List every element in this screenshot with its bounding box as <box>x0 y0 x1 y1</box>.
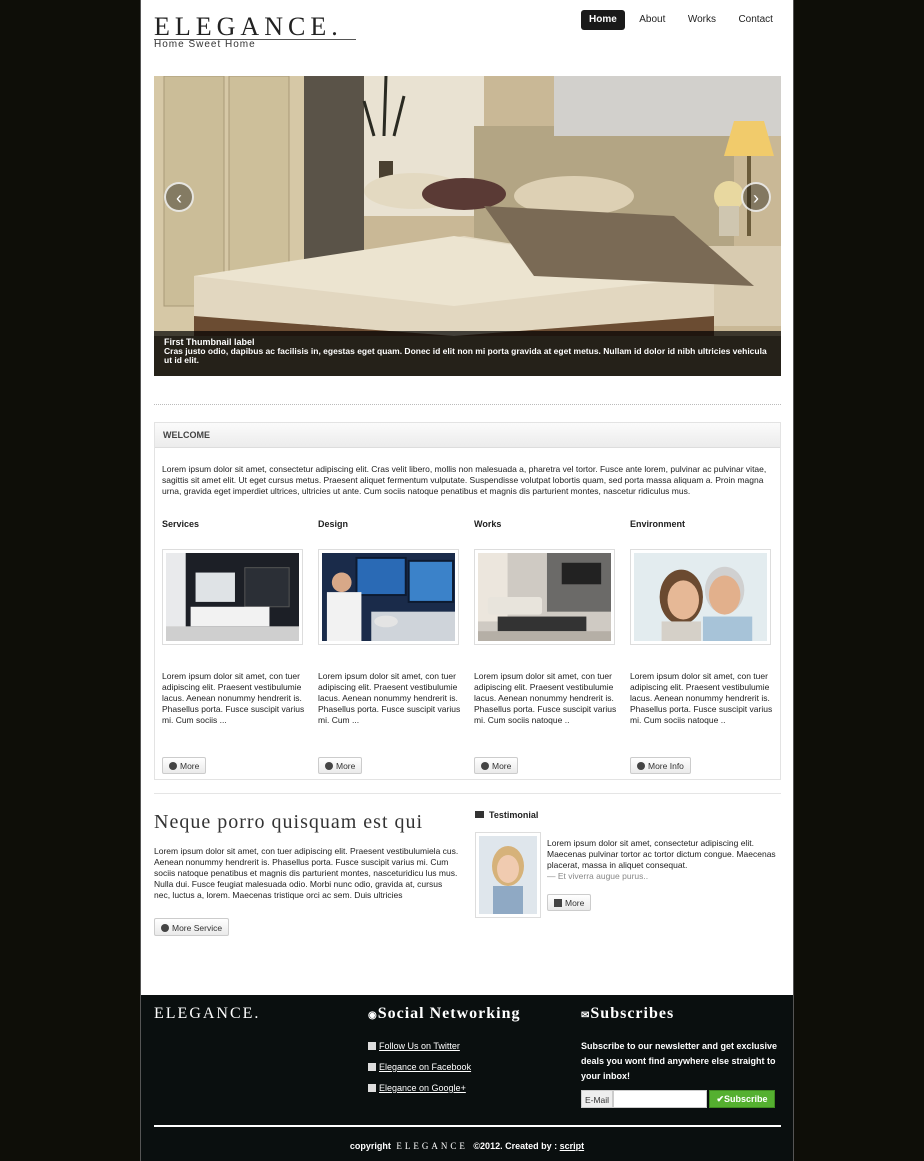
gear-icon <box>161 924 169 932</box>
site-logo[interactable]: ELEGANCE. <box>154 12 343 42</box>
footer-logo[interactable]: ELEGANCE. <box>154 1005 260 1023</box>
design-image <box>318 549 459 645</box>
button-label: More Service <box>172 923 223 933</box>
feature-column-works: Works Lorem ipsum dolor sit amet, con tu… <box>474 519 618 725</box>
column-title: Works <box>474 519 502 529</box>
bathroom-photo <box>166 553 299 641</box>
designer-photo <box>322 553 455 641</box>
column-text: Lorem ipsum dolor sit amet, con tuer adi… <box>162 671 305 725</box>
comment-icon <box>554 899 562 907</box>
services-image <box>162 549 303 645</box>
welcome-section: WELCOME Lorem ipsum dolor sit amet, cons… <box>154 422 781 780</box>
works-image <box>474 549 615 645</box>
testimonial-author: — Et viverra augue purus.. <box>547 871 649 881</box>
site-tagline: Home Sweet Home <box>154 39 256 50</box>
hero-carousel[interactable]: ‹ › First Thumbnail label Cras justo odi… <box>154 76 781 376</box>
subscribe-button[interactable]: ✔Subscribe <box>709 1090 775 1108</box>
check-icon: ✔ <box>716 1094 725 1104</box>
testimonial-quote: Lorem ipsum dolor sit amet, consectetur … <box>547 838 776 870</box>
nav-about[interactable]: About <box>631 10 673 30</box>
column-title: Design <box>318 519 349 529</box>
woman-photo <box>479 836 537 914</box>
couple-photo <box>634 553 767 641</box>
environment-image <box>630 549 771 645</box>
living-room-photo <box>478 553 611 641</box>
globe-icon: ◉ <box>368 1010 378 1021</box>
info-icon <box>481 762 489 770</box>
button-label: More Info <box>648 761 684 771</box>
google-plus-link[interactable]: Elegance on Google+ <box>368 1083 466 1093</box>
social-heading-label: Social Networking <box>377 1005 521 1022</box>
welcome-text: Lorem ipsum dolor sit amet, consectetur … <box>162 464 767 496</box>
link-label: Follow Us on Twitter <box>379 1041 460 1051</box>
testimonial-avatar <box>475 832 541 918</box>
nav-home[interactable]: Home <box>581 10 625 30</box>
section-divider <box>154 793 781 794</box>
subscribe-text: Subscribe to our newsletter and get excl… <box>581 1041 778 1081</box>
footer: ELEGANCE. ◉Social Networking Follow Us o… <box>141 995 793 1161</box>
info-icon <box>637 762 645 770</box>
subscribe-heading-label: Subscribes <box>590 1005 675 1022</box>
twitter-icon <box>368 1042 376 1050</box>
feature-column-design: Design Lorem ipsum dolor sit amet, con t… <box>318 519 462 725</box>
services-title: Neque porro quisquam est qui <box>154 811 424 833</box>
testimonial-more-button[interactable]: More <box>547 894 592 911</box>
button-label: More <box>492 761 512 771</box>
nav-works[interactable]: Works <box>680 10 724 30</box>
google-plus-icon <box>368 1084 376 1092</box>
subscribe-heading: ✉Subscribes <box>581 1005 674 1023</box>
chevron-right-icon[interactable]: › <box>741 182 771 212</box>
copyright-year: ©2012. Created by : <box>473 1141 558 1151</box>
copyright-prefix: copyright <box>349 1141 391 1151</box>
column-text: Lorem ipsum dolor sit amet, con tuer adi… <box>318 671 461 725</box>
link-label: Elegance on Facebook <box>379 1062 472 1072</box>
more-service-button[interactable]: More Service <box>154 918 230 936</box>
social-heading: ◉Social Networking <box>368 1005 521 1023</box>
feature-column-services: Services Lorem ipsum dolor sit amet, con… <box>162 519 306 725</box>
info-icon <box>169 762 177 770</box>
email-field[interactable] <box>613 1090 707 1108</box>
button-label: More <box>336 761 356 771</box>
testimonial-title: Testimonial <box>489 810 539 820</box>
copyright-author-link[interactable]: script <box>560 1141 585 1151</box>
services-more-button[interactable]: More <box>162 757 207 774</box>
facebook-icon <box>368 1063 376 1071</box>
nav-contact[interactable]: Contact <box>730 10 780 30</box>
email-label: E-Mail <box>581 1090 613 1108</box>
copyright-brand: ELEGANCE <box>396 1141 468 1151</box>
page-container: ELEGANCE. Home Sweet Home Home About Wor… <box>140 0 794 1161</box>
info-icon <box>325 762 333 770</box>
footer-divider <box>154 1125 781 1127</box>
button-label: More <box>565 898 585 908</box>
column-text: Lorem ipsum dolor sit amet, con tuer adi… <box>630 671 773 725</box>
twitter-link[interactable]: Follow Us on Twitter <box>368 1041 460 1051</box>
link-label: Elegance on Google+ <box>379 1083 466 1093</box>
facebook-link[interactable]: Elegance on Facebook <box>368 1062 471 1072</box>
environment-more-info-button[interactable]: More Info <box>630 757 691 774</box>
carousel-caption: First Thumbnail label Cras justo odio, d… <box>154 331 781 376</box>
services-text: Lorem ipsum dolor sit amet, con tuer adi… <box>154 846 459 900</box>
copyright: copyright ELEGANCE ©2012. Created by : s… <box>141 1141 793 1151</box>
envelope-icon: ✉ <box>581 1010 591 1021</box>
feature-column-environment: Environment Lorem ipsum dolor sit amet, … <box>630 519 774 725</box>
chevron-left-icon[interactable]: ‹ <box>164 182 194 212</box>
caption-text: Cras justo odio, dapibus ac facilisis in… <box>164 346 767 365</box>
section-divider <box>154 404 781 405</box>
works-more-button[interactable]: More <box>474 757 519 774</box>
button-label: More <box>180 761 200 771</box>
main-nav: Home About Works Contact <box>581 9 783 30</box>
testimonial-heading: Testimonial <box>475 810 538 820</box>
column-title: Services <box>162 519 200 529</box>
design-more-button[interactable]: More <box>318 757 363 774</box>
column-title: Environment <box>630 519 686 529</box>
testimonial-text: Lorem ipsum dolor sit amet, consectetur … <box>547 838 779 882</box>
comment-icon <box>475 811 484 818</box>
button-label: Subscribe <box>724 1094 768 1104</box>
column-text: Lorem ipsum dolor sit amet, con tuer adi… <box>474 671 617 725</box>
welcome-heading: WELCOME <box>155 423 780 448</box>
